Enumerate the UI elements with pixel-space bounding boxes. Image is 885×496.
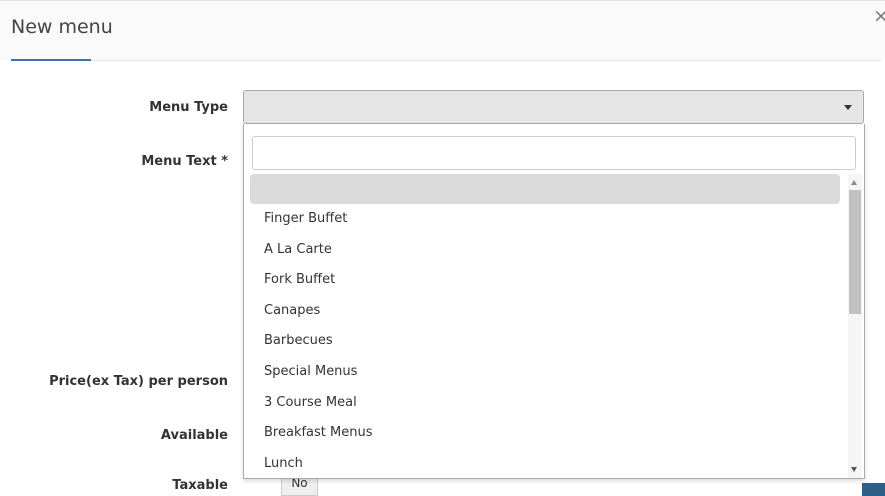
dropdown-option[interactable]: Breakfast Menus [250, 418, 840, 449]
dropdown-option[interactable]: A La Carte [250, 235, 840, 266]
menu-type-label: Menu Type [149, 100, 228, 115]
dropdown-option-empty[interactable] [250, 174, 840, 204]
dropdown-option[interactable]: Barbecues [250, 326, 840, 357]
dropdown-option[interactable]: Lunch [250, 449, 840, 478]
modal-title: New menu [11, 16, 113, 38]
taxable-label: Taxable [172, 478, 228, 493]
title-underline [11, 59, 91, 61]
dropdown-scrollbar[interactable] [848, 174, 862, 478]
dropdown-search-input[interactable] [252, 136, 856, 170]
dropdown-options-list: Finger Buffet A La Carte Fork Buffet Can… [250, 173, 840, 478]
scroll-up-arrow-icon[interactable] [851, 180, 857, 185]
price-label: Price(ex Tax) per person [49, 374, 228, 389]
chevron-down-icon[interactable] [844, 105, 852, 110]
dropdown-option[interactable]: 3 Course Meal [250, 388, 840, 419]
available-label: Available [160, 428, 228, 443]
dropdown-option[interactable]: Fork Buffet [250, 265, 840, 296]
dropdown-option[interactable]: Canapes [250, 296, 840, 327]
taxable-yes-toggle[interactable] [862, 483, 885, 496]
scroll-thumb[interactable] [849, 190, 861, 314]
menu-type-select[interactable] [243, 90, 864, 124]
scroll-down-arrow-icon[interactable] [851, 467, 857, 472]
close-icon[interactable]: × [873, 7, 885, 26]
dropdown-option[interactable]: Finger Buffet [250, 204, 840, 235]
header-divider [91, 60, 881, 61]
modal-header: New menu × [0, 0, 885, 61]
menu-text-label: Menu Text * [141, 154, 228, 169]
dropdown-option[interactable]: Special Menus [250, 357, 840, 388]
menu-type-dropdown: Finger Buffet A La Carte Fork Buffet Can… [243, 124, 865, 479]
